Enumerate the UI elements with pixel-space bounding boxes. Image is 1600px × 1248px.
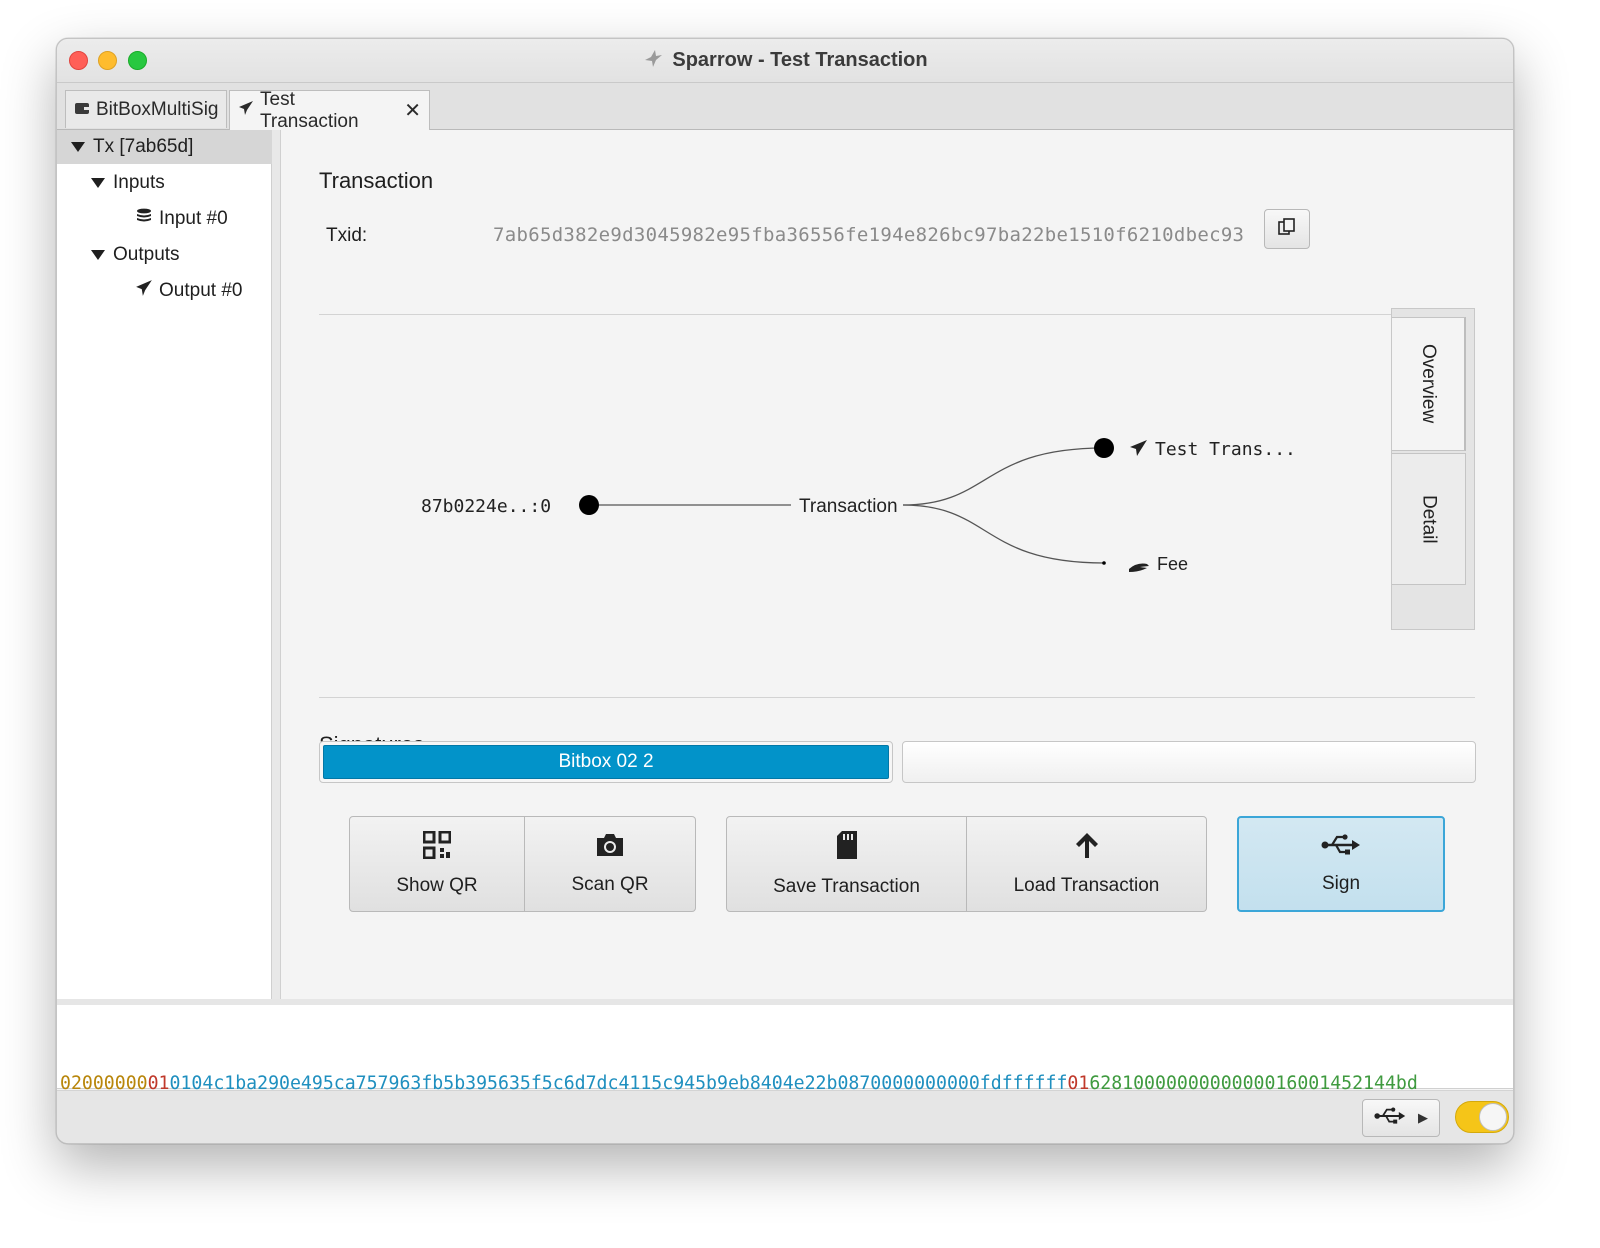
divider xyxy=(319,697,1475,698)
fee-label: Fee xyxy=(1157,554,1188,574)
tree-item-outputs[interactable]: Outputs xyxy=(57,238,305,272)
tree-item-label: Input #0 xyxy=(159,208,228,229)
tab-bitboxmultisig[interactable]: BitBoxMultiSig xyxy=(65,90,227,128)
expand-triangle-icon[interactable] xyxy=(91,250,105,260)
button-label: Save Transaction xyxy=(773,876,920,897)
input-node[interactable] xyxy=(579,495,599,515)
tab-label: Test Transaction xyxy=(260,88,359,132)
input-outpoint-label: 87b0224e..:0 xyxy=(421,496,551,517)
fee-node xyxy=(1102,561,1106,565)
tab-detail[interactable]: Detail xyxy=(1392,453,1466,585)
menu-arrow-icon: ▶ xyxy=(1418,1110,1428,1125)
button-label: Scan QR xyxy=(571,874,649,895)
tab-label: BitBoxMultiSig xyxy=(96,98,219,120)
qr-code-icon xyxy=(422,830,452,865)
sign-button-group: Sign xyxy=(1237,816,1445,912)
txid-value[interactable]: 7ab65d382e9d3045982e95fba36556fe194e826b… xyxy=(493,224,1244,246)
toggle-knob xyxy=(1479,1103,1507,1131)
usb-icon xyxy=(1321,833,1361,863)
send-icon xyxy=(1130,440,1147,456)
usb-devices-menu-button[interactable]: ▶ xyxy=(1362,1099,1440,1137)
qr-button-group: Show QR Scan QR xyxy=(349,816,696,912)
sd-card-icon xyxy=(835,830,859,866)
fee-hand-icon xyxy=(1129,563,1149,572)
expand-triangle-icon[interactable] xyxy=(71,142,85,152)
button-label: Sign xyxy=(1321,873,1361,894)
transaction-diagram: 87b0224e..:0 Transaction Test Trans... F… xyxy=(421,438,1296,574)
txid-label: Txid: xyxy=(326,225,368,246)
signer-name: Bitbox 02 2 xyxy=(323,745,889,779)
close-tab-icon[interactable]: ✕ xyxy=(404,98,421,123)
tab-detail-label: Detail xyxy=(1418,494,1440,544)
status-bar: ▶ xyxy=(57,1090,1513,1143)
send-icon xyxy=(135,279,153,303)
title-bar: Sparrow - Test Transaction xyxy=(57,39,1513,83)
save-transaction-button[interactable]: Save Transaction xyxy=(726,816,967,912)
transaction-tree: Tx [7ab65d] Inputs Input #0 Outputs Outp… xyxy=(57,130,285,999)
tab-test-transaction[interactable]: Test Transaction ✕ xyxy=(229,88,430,132)
file-button-group: Save Transaction Load Transaction xyxy=(726,816,1207,912)
output-label: Test Trans... xyxy=(1155,439,1296,460)
transaction-node-label: Transaction xyxy=(799,496,898,517)
tab-overview[interactable]: Overview xyxy=(1392,317,1466,451)
sign-button[interactable]: Sign xyxy=(1237,816,1445,912)
tree-item-inputs[interactable]: Inputs xyxy=(57,166,305,200)
load-transaction-button[interactable]: Load Transaction xyxy=(967,816,1207,912)
tab-strip: BitBoxMultiSig Test Transaction ✕ xyxy=(57,83,1513,132)
expand-triangle-icon[interactable] xyxy=(91,178,105,188)
sidebar-divider[interactable] xyxy=(272,130,281,999)
window-title: Sparrow - Test Transaction xyxy=(57,39,1513,82)
coins-icon xyxy=(135,207,153,231)
scan-qr-button[interactable]: Scan QR xyxy=(525,816,696,912)
app-window: Sparrow - Test Transaction BitBoxMultiSi… xyxy=(56,38,1514,1144)
sparrow-logo-icon xyxy=(642,47,664,75)
usb-icon xyxy=(1374,1106,1406,1131)
tree-item-label: Outputs xyxy=(113,244,180,265)
show-qr-button[interactable]: Show QR xyxy=(349,816,525,912)
tree-item-label: Output #0 xyxy=(159,280,243,301)
tree-item-tx[interactable]: Tx [7ab65d] xyxy=(57,130,285,164)
signature-slot-1: Bitbox 02 2 xyxy=(319,741,893,783)
arrow-up-icon xyxy=(1073,831,1101,865)
transaction-panel: Transaction Txid: 7ab65d382e9d3045982e95… xyxy=(281,130,1513,999)
send-icon xyxy=(238,100,254,122)
transaction-heading: Transaction xyxy=(319,168,434,193)
copy-txid-button[interactable] xyxy=(1264,209,1310,249)
camera-icon xyxy=(594,832,626,864)
wallet-icon xyxy=(74,99,90,121)
tree-item-label: Tx [7ab65d] xyxy=(93,136,194,157)
tab-overview-label: Overview xyxy=(1418,344,1439,424)
online-toggle[interactable] xyxy=(1455,1101,1509,1133)
tree-item-label: Inputs xyxy=(113,172,165,193)
view-tab-pane: Overview Detail xyxy=(1391,308,1475,630)
button-label: Load Transaction xyxy=(1013,875,1160,896)
signature-slot-2 xyxy=(902,741,1476,783)
copy-icon xyxy=(1277,217,1297,242)
transaction-hex-area[interactable]: 02000000010104c1ba290e495ca757963fb5b395… xyxy=(57,999,1513,1094)
button-label: Show QR xyxy=(396,875,478,896)
window-title-text: Sparrow - Test Transaction xyxy=(672,49,928,71)
output-node[interactable] xyxy=(1094,438,1114,458)
